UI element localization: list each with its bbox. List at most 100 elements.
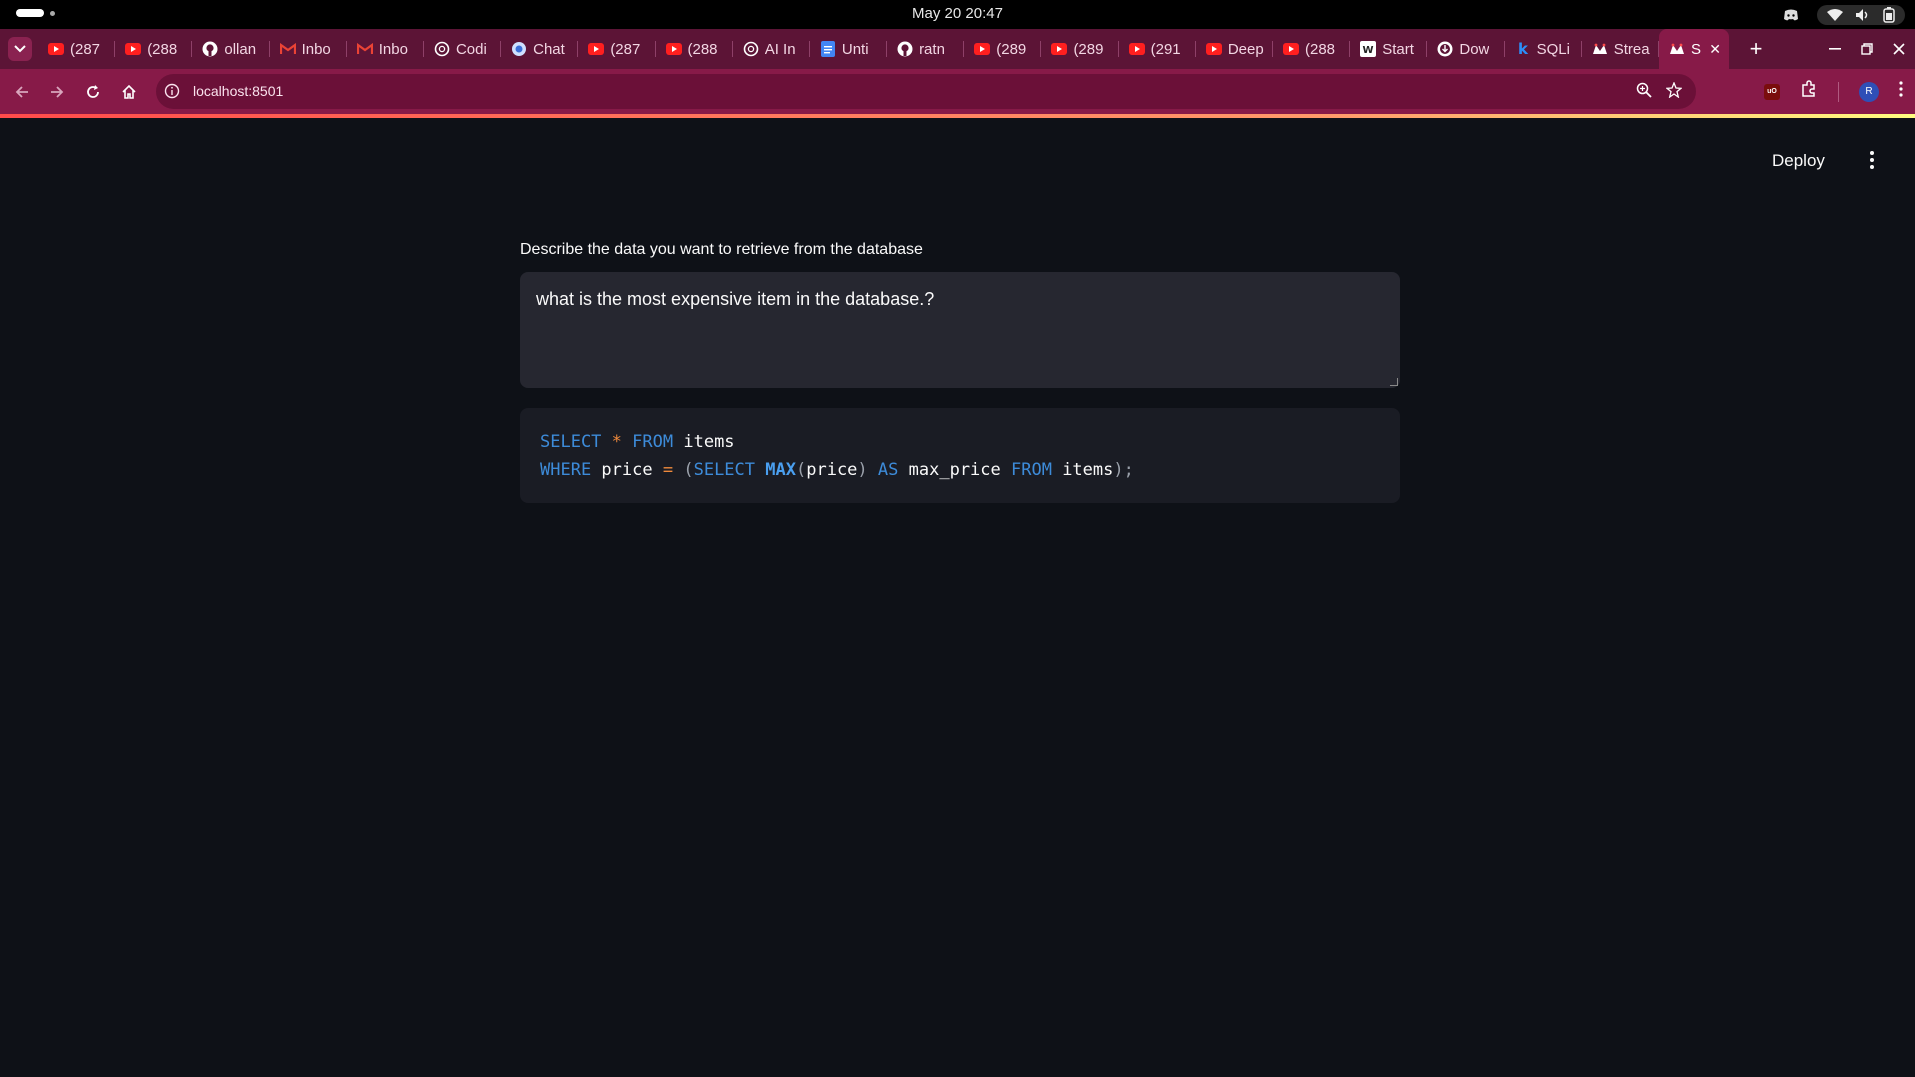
browser-tab-strip: (287 (288 ollan Inbo Inbo Codi Chat (287 (288 AI … <box>0 29 1915 69</box>
streamlit-icon <box>1592 41 1608 57</box>
youtube-icon <box>125 41 142 57</box>
browser-tab[interactable]: Chat <box>501 29 579 69</box>
youtube-icon <box>48 41 64 57</box>
deploy-button[interactable]: Deploy <box>1772 151 1825 171</box>
zoom-icon[interactable] <box>1636 82 1652 103</box>
browser-tab[interactable]: Codi <box>424 29 502 69</box>
browser-tab[interactable]: (287 <box>578 29 656 69</box>
discord-icon[interactable] <box>1783 8 1799 22</box>
new-tab-button[interactable]: + <box>1744 36 1768 61</box>
browser-tab[interactable]: Deep <box>1196 29 1273 69</box>
w-icon: W <box>1360 41 1377 57</box>
tab-title: Unti <box>841 40 869 58</box>
forward-button[interactable] <box>45 80 69 104</box>
sql-query-text: SELECT * FROM items WHERE price = (SELEC… <box>540 432 1134 480</box>
browser-tab[interactable]: k SQLi <box>1505 29 1582 69</box>
browser-tab[interactable]: Strea <box>1582 29 1659 69</box>
back-button[interactable] <box>10 80 34 104</box>
browser-toolbar: localhost:8501 uO R <box>0 69 1915 114</box>
youtube-icon <box>1205 41 1222 57</box>
tab-title: Codi <box>455 40 487 58</box>
os-top-bar: May 20 20:47 <box>0 0 1915 29</box>
restore-button[interactable] <box>1851 29 1883 69</box>
status-menu[interactable] <box>1817 5 1905 25</box>
browser-tab[interactable]: (287 <box>38 29 116 69</box>
textarea-resize-handle[interactable] <box>1390 378 1398 386</box>
window-controls <box>1819 29 1915 69</box>
browser-tab[interactable]: AI In <box>733 29 810 69</box>
tab-title: AI In <box>764 40 796 58</box>
reload-button[interactable] <box>81 80 105 104</box>
tab-title: (289 <box>996 40 1027 58</box>
close-tab-icon[interactable]: ✕ <box>1709 41 1721 58</box>
browser-tab[interactable]: W Start <box>1350 29 1428 69</box>
browser-menu-icon[interactable] <box>1899 81 1903 102</box>
tab-title: ratn <box>919 40 945 58</box>
prompt-textarea[interactable]: what is the most expensive item in the d… <box>520 272 1400 388</box>
browser-tab[interactable]: (288 <box>656 29 733 69</box>
tab-title: (291 <box>1150 40 1181 58</box>
svg-text:W: W <box>1363 45 1374 56</box>
tab-search-button[interactable] <box>8 37 32 61</box>
browser-tab[interactable]: (289 <box>964 29 1042 69</box>
youtube-icon <box>1283 41 1299 57</box>
home-button[interactable] <box>117 80 141 104</box>
browser-tab[interactable]: Unti <box>810 29 888 69</box>
browser-tab[interactable]: (289 <box>1041 29 1119 69</box>
youtube-icon <box>1128 41 1145 57</box>
youtube-icon <box>974 41 991 57</box>
extensions-area: uO R <box>1764 80 1915 103</box>
tab-title: Inbo <box>301 40 331 58</box>
openai-icon <box>743 41 759 57</box>
streamlit-icon <box>1669 41 1685 57</box>
github-icon <box>897 41 913 57</box>
sql-code-block: SELECT * FROM items WHERE price = (SELEC… <box>520 408 1400 503</box>
tab-title: Inbo <box>378 40 408 58</box>
browser-tab[interactable]: Dow <box>1427 29 1505 69</box>
url-text[interactable]: localhost:8501 <box>193 83 283 99</box>
tab-title: Start <box>1382 40 1414 58</box>
tab-title: Chat <box>533 40 565 58</box>
site-info-icon[interactable] <box>164 83 180 104</box>
address-bar[interactable]: localhost:8501 <box>156 74 1696 109</box>
streamlit-app: Deploy Describe the data you want to ret… <box>0 118 1915 1077</box>
browser-tab[interactable]: Inbo <box>347 29 424 69</box>
bookmark-star-icon[interactable] <box>1665 81 1683 103</box>
docs-icon <box>820 41 836 57</box>
browser-tab[interactable]: (291 <box>1119 29 1196 69</box>
volume-icon <box>1855 8 1871 22</box>
download-icon <box>1437 41 1453 57</box>
ublock-extension-icon[interactable]: uO <box>1764 83 1780 100</box>
tab-title: S <box>1690 40 1701 58</box>
extensions-puzzle-icon[interactable] <box>1800 80 1818 103</box>
browser-tab[interactable]: (288 <box>1273 29 1351 69</box>
app-main-menu-icon[interactable] <box>1862 148 1882 172</box>
github-icon <box>202 41 218 57</box>
tab-active[interactable]: S ✕ <box>1658 29 1729 69</box>
k-icon: k <box>1515 41 1531 57</box>
wifi-icon <box>1827 9 1843 21</box>
prompt-textarea-container: what is the most expensive item in the d… <box>520 272 1400 388</box>
profile-avatar[interactable]: R <box>1859 81 1879 102</box>
tab-title: (289 <box>1073 40 1104 58</box>
minimize-button[interactable] <box>1819 29 1851 69</box>
youtube-icon <box>1051 41 1068 57</box>
chat-icon <box>511 41 527 57</box>
tab-title: (288 <box>687 40 718 58</box>
close-window-button[interactable] <box>1883 29 1915 69</box>
system-clock[interactable]: May 20 20:47 <box>0 5 1915 22</box>
toolbar-separator <box>1838 81 1839 102</box>
tab-title: (287 <box>610 40 641 58</box>
browser-tab[interactable]: ollan <box>192 29 270 69</box>
gmail-icon <box>279 41 296 57</box>
browser-tab[interactable]: Inbo <box>270 29 347 69</box>
tab-title: Deep <box>1227 40 1264 58</box>
battery-icon <box>1883 7 1895 23</box>
browser-tab[interactable]: (288 <box>115 29 193 69</box>
chevron-down-icon <box>14 40 26 58</box>
tab-list: (287 (288 ollan Inbo Inbo Codi Chat (287 (288 AI … <box>38 29 1729 69</box>
gmail-icon <box>356 41 373 57</box>
browser-tab[interactable]: ratn <box>887 29 965 69</box>
system-tray[interactable] <box>1783 5 1905 25</box>
youtube-icon <box>665 41 682 57</box>
